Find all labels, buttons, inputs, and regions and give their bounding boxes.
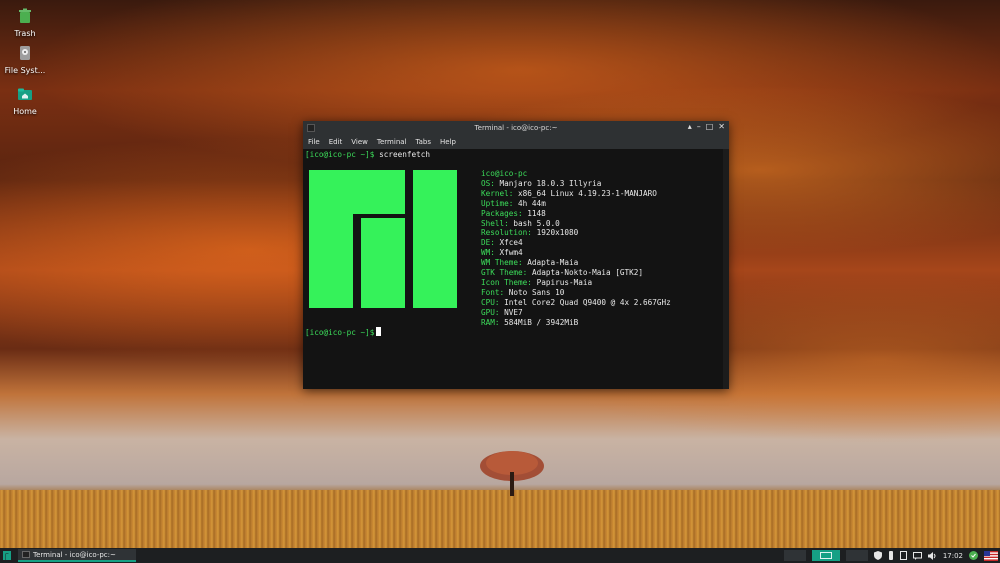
update-status-icon[interactable] xyxy=(969,551,978,560)
command-text: screenfetch xyxy=(379,150,430,159)
desktop-icon-home[interactable]: Home xyxy=(3,86,47,116)
info-row: Kernel: x86_64 Linux 4.19.23-1-MANJARO xyxy=(481,188,657,198)
desktop-icon-label: Home xyxy=(13,107,37,116)
window-thumbnail-icon xyxy=(819,552,832,559)
taskbar-window-button[interactable]: Terminal - ico@ico-pc:~ xyxy=(18,549,136,562)
menu-tabs[interactable]: Tabs xyxy=(416,138,432,146)
usb-icon[interactable] xyxy=(888,551,894,560)
info-row: WM: Xfwm4 xyxy=(481,248,523,258)
window-titlebar[interactable]: Terminal - ico@ico-pc:~ ▴ – □ ✕ xyxy=(303,121,729,135)
menu-arrow-icon[interactable]: ▴ xyxy=(688,122,692,131)
wallpaper-tree xyxy=(480,451,544,496)
drive-icon xyxy=(20,46,30,60)
workspace-1[interactable] xyxy=(811,550,840,561)
info-row: Font: Noto Sans 10 xyxy=(481,287,565,297)
info-row: GPU: NVE7 xyxy=(481,307,523,317)
system-info: ico@ico-pc OS: Manjaro 18.0.3 Illyria Ke… xyxy=(481,169,671,328)
terminal-icon xyxy=(22,551,30,558)
taskbar-window-label: Terminal - ico@ico-pc:~ xyxy=(33,550,116,559)
system-tray: 17:02 xyxy=(783,549,998,562)
chat-icon[interactable] xyxy=(912,551,922,560)
desktop-icon-filesystem[interactable]: File Syst... xyxy=(3,45,47,75)
terminal-scrollbar[interactable] xyxy=(723,149,729,389)
home-folder-icon xyxy=(18,88,32,100)
active-command-line[interactable]: [ico@ico-pc ~]$ xyxy=(305,327,382,338)
info-row: GTK Theme: Adapta-Nokto-Maia [GTK2] xyxy=(481,268,644,278)
shell-prompt: [ico@ico-pc ~]$ xyxy=(305,150,375,159)
menu-terminal[interactable]: Terminal xyxy=(377,138,407,146)
clock[interactable]: 17:02 xyxy=(943,552,963,560)
us-flag-keyboard-icon[interactable] xyxy=(984,550,998,561)
menu-view[interactable]: View xyxy=(351,138,368,146)
desktop-icon-label: Trash xyxy=(14,29,36,38)
command-line: [ico@ico-pc ~]$ screenfetch xyxy=(305,150,430,160)
minimize-icon[interactable]: – xyxy=(697,122,701,131)
terminal-menubar: File Edit View Terminal Tabs Help xyxy=(303,135,729,149)
menu-help[interactable]: Help xyxy=(440,138,456,146)
window-title: Terminal - ico@ico-pc:~ xyxy=(474,124,558,132)
maximize-icon[interactable]: □ xyxy=(706,122,714,131)
info-row: Packages: 1148 xyxy=(481,208,546,218)
info-row: Uptime: 4h 44m xyxy=(481,198,546,208)
user-host: ico@ico-pc xyxy=(481,169,528,178)
text-cursor xyxy=(376,327,382,336)
info-row: Icon Theme: Papirus-Maia xyxy=(481,277,593,287)
workspace-3[interactable] xyxy=(845,550,868,561)
manjaro-menu-icon xyxy=(3,551,11,560)
info-row: Shell: bash 5.0.0 xyxy=(481,218,560,228)
terminal-window[interactable]: Terminal - ico@ico-pc:~ ▴ – □ ✕ File Edi… xyxy=(303,121,729,389)
clipboard-icon[interactable] xyxy=(899,551,907,560)
shield-icon[interactable] xyxy=(873,551,882,560)
workspace-2[interactable] xyxy=(783,550,806,561)
terminal-app-icon xyxy=(307,124,315,132)
info-row: CPU: Intel Core2 Quad Q9400 @ 4x 2.667GH… xyxy=(481,297,671,307)
shell-prompt: [ico@ico-pc ~]$ xyxy=(305,328,375,337)
wallpaper-field xyxy=(0,490,1000,550)
menu-edit[interactable]: Edit xyxy=(329,138,343,146)
start-menu-button[interactable] xyxy=(0,548,14,563)
desktop-icon-trash[interactable]: Trash xyxy=(3,8,47,38)
terminal-output[interactable]: [ico@ico-pc ~]$ screenfetch ico@ico-pc O… xyxy=(303,149,723,389)
volume-icon[interactable] xyxy=(927,551,937,560)
close-icon[interactable]: ✕ xyxy=(718,122,725,131)
info-row: DE: Xfce4 xyxy=(481,238,523,248)
info-row: RAM: 584MiB / 3942MiB xyxy=(481,317,579,327)
manjaro-logo xyxy=(309,170,457,308)
info-row: Resolution: 1920x1080 xyxy=(481,228,579,238)
taskbar: Terminal - ico@ico-pc:~ 17:02 xyxy=(0,548,1000,563)
info-row: OS: Manjaro 18.0.3 Illyria xyxy=(481,178,602,188)
info-row: WM Theme: Adapta-Maia xyxy=(481,258,579,268)
trash-icon xyxy=(19,8,31,23)
menu-file[interactable]: File xyxy=(308,138,320,146)
desktop-icon-label: File Syst... xyxy=(4,66,46,75)
